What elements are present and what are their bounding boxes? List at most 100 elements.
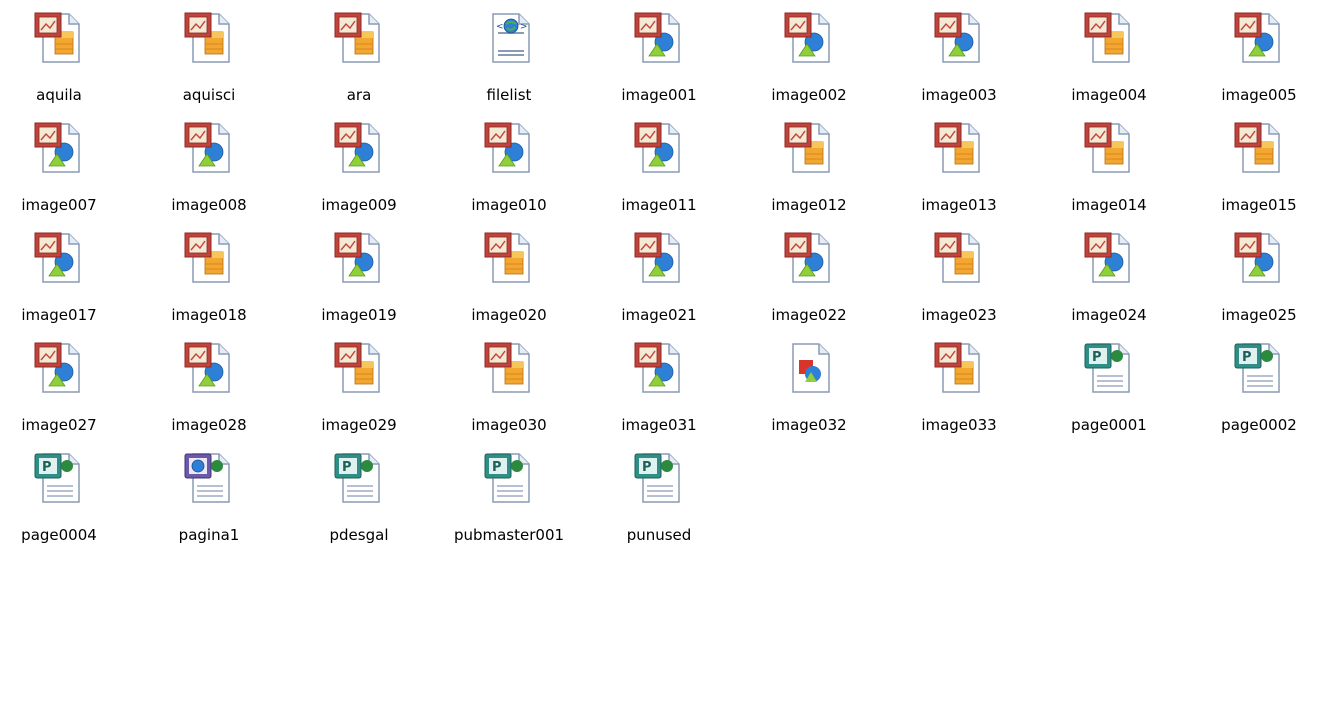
file-item-pdesgal[interactable]: Ppdesgal	[284, 450, 434, 550]
image-picture-icon	[331, 230, 387, 286]
file-name-label: image001	[621, 86, 697, 104]
file-name-label: page0004	[21, 526, 97, 544]
publisher-web-document-icon	[181, 450, 237, 506]
image-picture-icon	[1231, 10, 1287, 66]
image-picture-icon	[631, 120, 687, 176]
file-item-image033[interactable]: image033	[884, 340, 1034, 440]
image-bitmap-icon	[1231, 120, 1287, 176]
file-item-image013[interactable]: image013	[884, 120, 1034, 220]
image-picture-icon	[631, 340, 687, 396]
file-name-label: punused	[626, 526, 692, 544]
file-name-label: image032	[771, 416, 847, 434]
file-item-image032[interactable]: image032	[734, 340, 884, 440]
file-item-aquila[interactable]: aquila	[0, 10, 134, 110]
file-name-label: image007	[21, 196, 97, 214]
svg-text:P: P	[642, 460, 652, 475]
file-item-image025[interactable]: image025	[1184, 230, 1321, 330]
image-picture-icon	[181, 340, 237, 396]
publisher-document-icon: P	[1231, 340, 1287, 396]
image-bitmap-icon	[481, 340, 537, 396]
image-picture-icon	[31, 340, 87, 396]
image-bitmap-icon	[781, 120, 837, 176]
file-item-image015[interactable]: image015	[1184, 120, 1321, 220]
image-picture-icon	[331, 120, 387, 176]
file-item-aquisci[interactable]: aquisci	[134, 10, 284, 110]
publisher-document-icon: P	[631, 450, 687, 506]
file-item-image008[interactable]: image008	[134, 120, 284, 220]
file-name-label: image023	[921, 306, 997, 324]
file-name-label: image020	[471, 306, 547, 324]
file-name-label: image004	[1071, 86, 1147, 104]
file-name-label: page0001	[1071, 416, 1147, 434]
file-item-image024[interactable]: image024	[1034, 230, 1184, 330]
image-bitmap-icon	[931, 120, 987, 176]
file-item-image007[interactable]: image007	[0, 120, 134, 220]
file-item-punused[interactable]: Ppunused	[584, 450, 734, 550]
file-item-image010[interactable]: image010	[434, 120, 584, 220]
file-name-label: image021	[621, 306, 697, 324]
image-bitmap-icon	[1081, 120, 1137, 176]
file-item-page0004[interactable]: Ppage0004	[0, 450, 134, 550]
file-item-image028[interactable]: image028	[134, 340, 284, 440]
file-item-image029[interactable]: image029	[284, 340, 434, 440]
file-item-pagina1[interactable]: pagina1	[134, 450, 284, 550]
file-item-image031[interactable]: image031	[584, 340, 734, 440]
file-item-pubmaster001[interactable]: Ppubmaster001	[434, 450, 584, 550]
file-name-label: pubmaster001	[453, 526, 565, 544]
image-picture-icon	[631, 10, 687, 66]
file-item-image017[interactable]: image017	[0, 230, 134, 330]
svg-text:P: P	[42, 460, 52, 475]
file-item-image002[interactable]: image002	[734, 10, 884, 110]
image-bitmap-icon	[481, 230, 537, 286]
image-picture-icon	[1081, 230, 1137, 286]
image-picture-icon	[31, 230, 87, 286]
image-picture-icon	[181, 120, 237, 176]
file-item-image004[interactable]: image004	[1034, 10, 1184, 110]
file-item-image009[interactable]: image009	[284, 120, 434, 220]
image-bitmap-icon	[931, 230, 987, 286]
file-name-label: image011	[621, 196, 697, 214]
file-name-label: image019	[321, 306, 397, 324]
file-name-label: image010	[471, 196, 547, 214]
file-item-image011[interactable]: image011	[584, 120, 734, 220]
svg-text:>: >	[520, 22, 528, 32]
file-name-label: image024	[1071, 306, 1147, 324]
image-bitmap-icon	[331, 340, 387, 396]
image-picture-icon	[781, 230, 837, 286]
file-item-image020[interactable]: image020	[434, 230, 584, 330]
file-item-ara[interactable]: ara	[284, 10, 434, 110]
file-item-image005[interactable]: image005	[1184, 10, 1321, 110]
file-item-image019[interactable]: image019	[284, 230, 434, 330]
file-name-label: image015	[1221, 196, 1297, 214]
svg-text:P: P	[492, 460, 502, 475]
file-item-image023[interactable]: image023	[884, 230, 1034, 330]
xml-document-icon: < >	[481, 10, 537, 66]
image-bitmap-icon	[931, 340, 987, 396]
file-name-label: image022	[771, 306, 847, 324]
file-item-image027[interactable]: image027	[0, 340, 134, 440]
publisher-document-icon: P	[1081, 340, 1137, 396]
file-name-label: image013	[921, 196, 997, 214]
file-item-page0001[interactable]: Ppage0001	[1034, 340, 1184, 440]
svg-text:P: P	[1242, 350, 1252, 365]
file-item-image003[interactable]: image003	[884, 10, 1034, 110]
file-item-image018[interactable]: image018	[134, 230, 284, 330]
file-name-label: image029	[321, 416, 397, 434]
file-item-image001[interactable]: image001	[584, 10, 734, 110]
file-name-label: image017	[21, 306, 97, 324]
file-name-label: page0002	[1221, 416, 1297, 434]
image-picture-icon	[781, 10, 837, 66]
svg-text:P: P	[1092, 350, 1102, 365]
svg-text:P: P	[342, 460, 352, 475]
image-picture-icon	[931, 10, 987, 66]
file-item-image012[interactable]: image012	[734, 120, 884, 220]
file-item-filelist[interactable]: < > filelist	[434, 10, 584, 110]
file-name-label: image002	[771, 86, 847, 104]
file-name-label: pdesgal	[329, 526, 389, 544]
file-item-page0002[interactable]: Ppage0002	[1184, 340, 1321, 440]
file-item-image022[interactable]: image022	[734, 230, 884, 330]
file-item-image014[interactable]: image014	[1034, 120, 1184, 220]
file-item-image021[interactable]: image021	[584, 230, 734, 330]
file-item-image030[interactable]: image030	[434, 340, 584, 440]
image-picture-icon	[631, 230, 687, 286]
